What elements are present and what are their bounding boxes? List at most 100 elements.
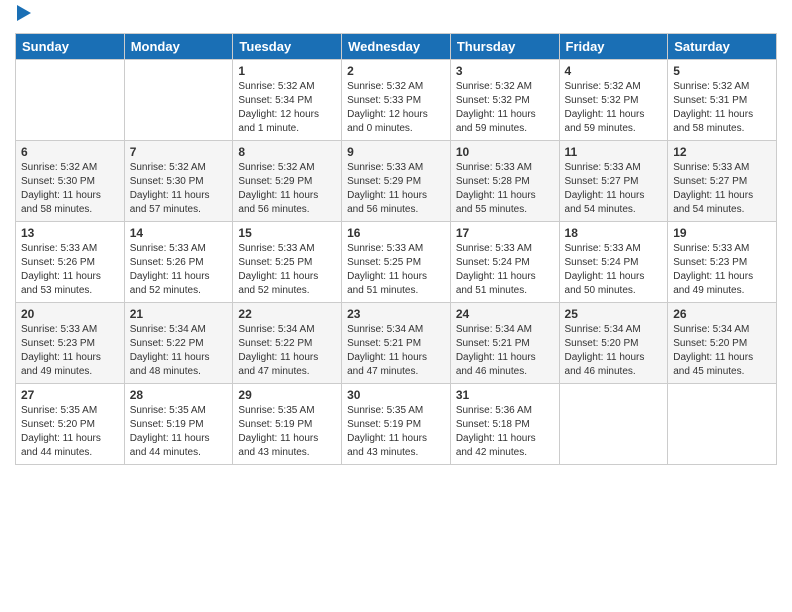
day-number: 15 (238, 226, 336, 240)
calendar-day-cell: 17 Sunrise: 5:33 AM Sunset: 5:24 PM Dayli… (450, 222, 559, 303)
day-number: 10 (456, 145, 554, 159)
day-of-week-header: Monday (124, 34, 233, 60)
logo-icon (17, 5, 31, 25)
day-of-week-header: Sunday (16, 34, 125, 60)
calendar-week-row: 1Sunrise: 5:32 AM Sunset: 5:34 PM Daylig… (16, 60, 777, 141)
day-info: Sunrise: 5:32 AM Sunset: 5:34 PM Dayligh… (238, 80, 336, 136)
header-row: SundayMondayTuesdayWednesdayThursdayFrid… (16, 34, 777, 60)
day-number: 20 (21, 307, 119, 321)
day-of-week-header: Friday (559, 34, 668, 60)
day-info: Sunrise: 5:34 AM Sunset: 5:20 PM Dayligh… (565, 323, 663, 379)
calendar-day-cell: 9 Sunrise: 5:33 AM Sunset: 5:29 PM Daylig… (342, 141, 451, 222)
day-number: 27 (21, 388, 119, 402)
day-info: Sunrise: 5:33 AM Sunset: 5:26 PM Dayligh… (21, 242, 119, 298)
day-info: Sunrise: 5:35 AM Sunset: 5:19 PM Dayligh… (130, 404, 228, 460)
calendar-day-cell: 11Sunrise: 5:33 AM Sunset: 5:27 PM Dayli… (559, 141, 668, 222)
calendar-week-row: 13 Sunrise: 5:33 AM Sunset: 5:26 PM Dayli… (16, 222, 777, 303)
day-info: Sunrise: 5:32 AM Sunset: 5:32 PM Dayligh… (456, 80, 554, 136)
day-info: Sunrise: 5:34 AM Sunset: 5:22 PM Dayligh… (238, 323, 336, 379)
day-info: Sunrise: 5:32 AM Sunset: 5:33 PM Dayligh… (347, 80, 445, 136)
day-info: Sunrise: 5:33 AM Sunset: 5:27 PM Dayligh… (565, 161, 663, 217)
day-number: 25 (565, 307, 663, 321)
day-info: Sunrise: 5:33 AM Sunset: 5:29 PM Dayligh… (347, 161, 445, 217)
day-info: Sunrise: 5:33 AM Sunset: 5:24 PM Dayligh… (565, 242, 663, 298)
calendar-day-cell: 13 Sunrise: 5:33 AM Sunset: 5:26 PM Dayli… (16, 222, 125, 303)
day-info: Sunrise: 5:32 AM Sunset: 5:31 PM Dayligh… (673, 80, 771, 136)
calendar-table: SundayMondayTuesdayWednesdayThursdayFrid… (15, 33, 777, 465)
day-of-week-header: Saturday (668, 34, 777, 60)
day-number: 16 (347, 226, 445, 240)
day-number: 14 (130, 226, 228, 240)
day-of-week-header: Tuesday (233, 34, 342, 60)
calendar-day-cell: 12 Sunrise: 5:33 AM Sunset: 5:27 PM Dayli… (668, 141, 777, 222)
calendar-day-cell: 21Sunrise: 5:34 AM Sunset: 5:22 PM Dayli… (124, 303, 233, 384)
day-number: 13 (21, 226, 119, 240)
day-info: Sunrise: 5:32 AM Sunset: 5:30 PM Dayligh… (130, 161, 228, 217)
calendar-body: 1Sunrise: 5:32 AM Sunset: 5:34 PM Daylig… (16, 60, 777, 465)
calendar-day-cell: 16 Sunrise: 5:33 AM Sunset: 5:25 PM Dayli… (342, 222, 451, 303)
day-number: 17 (456, 226, 554, 240)
calendar-day-cell: 20 Sunrise: 5:33 AM Sunset: 5:23 PM Dayli… (16, 303, 125, 384)
day-number: 2 (347, 64, 445, 78)
day-info: Sunrise: 5:33 AM Sunset: 5:24 PM Dayligh… (456, 242, 554, 298)
day-info: Sunrise: 5:33 AM Sunset: 5:23 PM Dayligh… (673, 242, 771, 298)
day-number: 22 (238, 307, 336, 321)
day-info: Sunrise: 5:33 AM Sunset: 5:23 PM Dayligh… (21, 323, 119, 379)
day-info: Sunrise: 5:33 AM Sunset: 5:26 PM Dayligh… (130, 242, 228, 298)
day-info: Sunrise: 5:32 AM Sunset: 5:30 PM Dayligh… (21, 161, 119, 217)
day-number: 12 (673, 145, 771, 159)
calendar-day-cell: 2 Sunrise: 5:32 AM Sunset: 5:33 PM Daylig… (342, 60, 451, 141)
day-number: 5 (673, 64, 771, 78)
calendar-day-cell (559, 384, 668, 465)
calendar-day-cell: 18 Sunrise: 5:33 AM Sunset: 5:24 PM Dayli… (559, 222, 668, 303)
day-number: 30 (347, 388, 445, 402)
calendar-day-cell (16, 60, 125, 141)
logo (15, 15, 31, 25)
day-info: Sunrise: 5:35 AM Sunset: 5:20 PM Dayligh… (21, 404, 119, 460)
day-number: 3 (456, 64, 554, 78)
calendar-header: SundayMondayTuesdayWednesdayThursdayFrid… (16, 34, 777, 60)
day-info: Sunrise: 5:34 AM Sunset: 5:22 PM Dayligh… (130, 323, 228, 379)
calendar-day-cell: 1Sunrise: 5:32 AM Sunset: 5:34 PM Daylig… (233, 60, 342, 141)
page-container: SundayMondayTuesdayWednesdayThursdayFrid… (0, 0, 792, 475)
calendar-day-cell: 3 Sunrise: 5:32 AM Sunset: 5:32 PM Daylig… (450, 60, 559, 141)
day-info: Sunrise: 5:33 AM Sunset: 5:25 PM Dayligh… (238, 242, 336, 298)
calendar-day-cell (668, 384, 777, 465)
calendar-day-cell: 25 Sunrise: 5:34 AM Sunset: 5:20 PM Dayli… (559, 303, 668, 384)
calendar-day-cell: 22 Sunrise: 5:34 AM Sunset: 5:22 PM Dayli… (233, 303, 342, 384)
day-info: Sunrise: 5:34 AM Sunset: 5:20 PM Dayligh… (673, 323, 771, 379)
day-number: 4 (565, 64, 663, 78)
day-number: 23 (347, 307, 445, 321)
calendar-day-cell: 4 Sunrise: 5:32 AM Sunset: 5:32 PM Daylig… (559, 60, 668, 141)
day-info: Sunrise: 5:33 AM Sunset: 5:25 PM Dayligh… (347, 242, 445, 298)
calendar-day-cell: 26 Sunrise: 5:34 AM Sunset: 5:20 PM Dayli… (668, 303, 777, 384)
calendar-day-cell: 8 Sunrise: 5:32 AM Sunset: 5:29 PM Daylig… (233, 141, 342, 222)
calendar-day-cell: 14 Sunrise: 5:33 AM Sunset: 5:26 PM Dayli… (124, 222, 233, 303)
calendar-day-cell: 15 Sunrise: 5:33 AM Sunset: 5:25 PM Dayli… (233, 222, 342, 303)
day-number: 9 (347, 145, 445, 159)
day-number: 29 (238, 388, 336, 402)
day-info: Sunrise: 5:32 AM Sunset: 5:29 PM Dayligh… (238, 161, 336, 217)
calendar-day-cell: 6 Sunrise: 5:32 AM Sunset: 5:30 PM Daylig… (16, 141, 125, 222)
calendar-day-cell: 23 Sunrise: 5:34 AM Sunset: 5:21 PM Dayli… (342, 303, 451, 384)
calendar-week-row: 6 Sunrise: 5:32 AM Sunset: 5:30 PM Daylig… (16, 141, 777, 222)
calendar-day-cell: 7Sunrise: 5:32 AM Sunset: 5:30 PM Daylig… (124, 141, 233, 222)
day-number: 18 (565, 226, 663, 240)
header (15, 10, 777, 25)
day-info: Sunrise: 5:33 AM Sunset: 5:28 PM Dayligh… (456, 161, 554, 217)
calendar-day-cell: 31 Sunrise: 5:36 AM Sunset: 5:18 PM Dayli… (450, 384, 559, 465)
calendar-day-cell (124, 60, 233, 141)
day-info: Sunrise: 5:34 AM Sunset: 5:21 PM Dayligh… (347, 323, 445, 379)
day-number: 6 (21, 145, 119, 159)
day-info: Sunrise: 5:36 AM Sunset: 5:18 PM Dayligh… (456, 404, 554, 460)
day-info: Sunrise: 5:35 AM Sunset: 5:19 PM Dayligh… (347, 404, 445, 460)
day-info: Sunrise: 5:33 AM Sunset: 5:27 PM Dayligh… (673, 161, 771, 217)
day-info: Sunrise: 5:32 AM Sunset: 5:32 PM Dayligh… (565, 80, 663, 136)
day-number: 8 (238, 145, 336, 159)
day-number: 31 (456, 388, 554, 402)
day-number: 26 (673, 307, 771, 321)
day-info: Sunrise: 5:35 AM Sunset: 5:19 PM Dayligh… (238, 404, 336, 460)
day-of-week-header: Thursday (450, 34, 559, 60)
calendar-day-cell: 19Sunrise: 5:33 AM Sunset: 5:23 PM Dayli… (668, 222, 777, 303)
calendar-day-cell: 5 Sunrise: 5:32 AM Sunset: 5:31 PM Daylig… (668, 60, 777, 141)
